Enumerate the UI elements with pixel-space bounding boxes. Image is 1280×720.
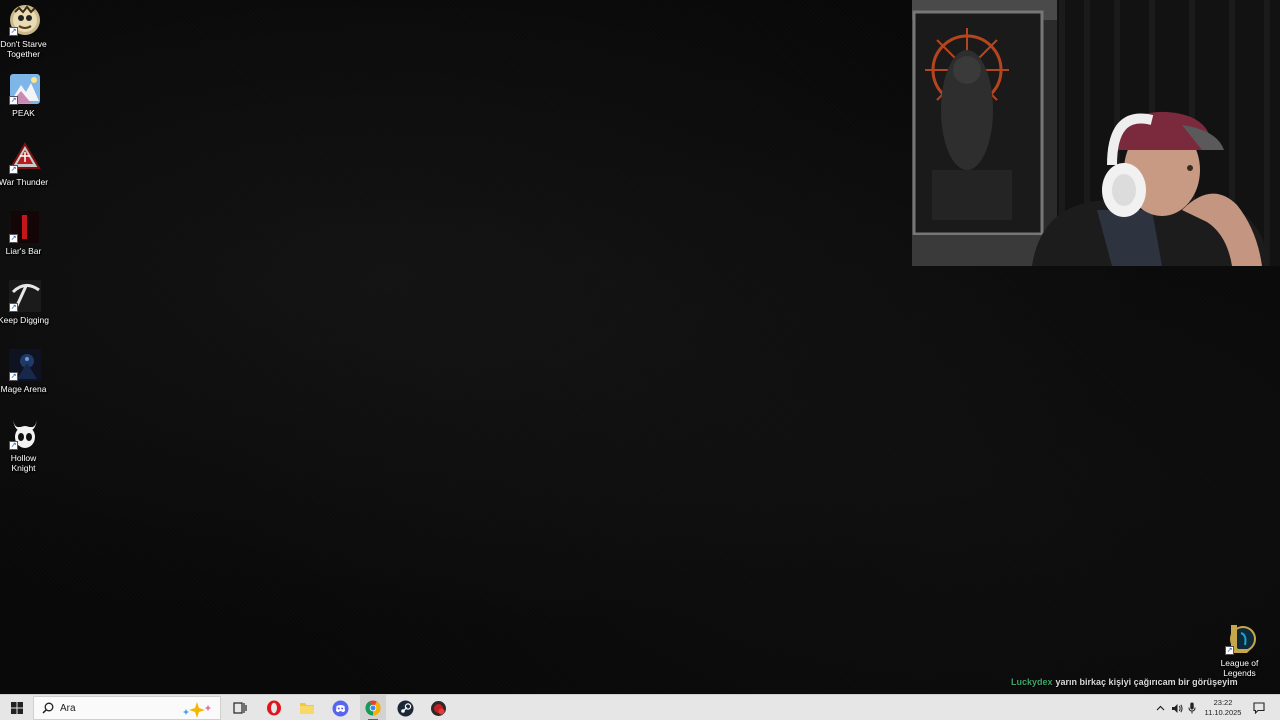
mage-arena-icon: ↗ xyxy=(9,349,41,381)
search-placeholder: Ara xyxy=(60,702,76,714)
desktop-icon-label: Keep Digging xyxy=(0,315,50,325)
search-box[interactable]: Ara xyxy=(33,696,221,720)
war-thunder-icon: ↗ xyxy=(9,142,41,174)
taskbar-app-opera[interactable] xyxy=(262,695,286,720)
desktop-icon-label: Liar's Bar xyxy=(5,246,42,256)
desktop-icon-peak[interactable]: ↗ PEAK xyxy=(0,73,50,118)
task-view-button[interactable] xyxy=(228,695,252,720)
desktop-icon-label: PEAK xyxy=(12,108,35,118)
opera-icon xyxy=(267,700,281,716)
hollow-knight-icon: ↗ xyxy=(9,418,41,450)
desktop-icon-mage-arena[interactable]: ↗ Mage Arena xyxy=(0,349,50,394)
speaker-icon xyxy=(1172,703,1183,713)
dont-starve-icon: ↗ xyxy=(9,4,41,36)
file-explorer-icon xyxy=(300,703,314,714)
desktop-icon-liars-bar[interactable]: ↗ Liar's Bar xyxy=(0,211,50,256)
taskbar-app-other[interactable] xyxy=(426,695,450,720)
chat-message: Luckydex yarın birkaç kişiyi çağırıcam bi… xyxy=(1011,677,1238,687)
taskbar-app-steam[interactable] xyxy=(393,695,417,720)
app-icon xyxy=(430,700,446,716)
clock-date: 11.10.2025 xyxy=(1204,708,1242,717)
volume-button[interactable] xyxy=(1169,695,1185,720)
microphone-button[interactable] xyxy=(1185,695,1199,720)
clock[interactable]: 23:22 11.10.2025 xyxy=(1201,695,1245,720)
task-view-icon xyxy=(233,702,247,714)
search-icon xyxy=(42,702,54,714)
windows-logo-icon xyxy=(10,702,23,714)
notifications-button[interactable] xyxy=(1249,695,1269,720)
show-hidden-icons-button[interactable] xyxy=(1153,695,1167,720)
taskbar-app-chrome[interactable] xyxy=(360,695,386,720)
desktop-icon-label: War Thunder xyxy=(0,177,49,187)
chrome-icon xyxy=(365,700,381,716)
webcam-overlay xyxy=(912,0,1280,266)
desktop-icon-label: League of Legends xyxy=(1220,658,1259,678)
chat-username: Luckydex xyxy=(1011,677,1053,687)
chat-text: yarın birkaç kişiyi çağırıcam bir görüşe… xyxy=(1055,677,1238,687)
taskbar: Ara 23:22 11.10.2025 xyxy=(0,694,1280,720)
desktop-icon-label: Hollow Knight xyxy=(10,453,37,473)
desktop-icon-keep-digging[interactable]: ↗ Keep Digging xyxy=(0,280,50,325)
desktop-icon-hollow-knight[interactable]: ↗ Hollow Knight xyxy=(0,418,50,473)
start-button[interactable] xyxy=(0,695,33,720)
clock-time: 23:22 xyxy=(1213,698,1233,707)
desktop-icon-label: Mage Arena xyxy=(0,384,47,394)
desktop-icon-dont-starve-together[interactable]: ↗ Don't Starve Together xyxy=(0,4,50,59)
copilot-sparkle-icon xyxy=(183,702,211,718)
desktop-icon-war-thunder[interactable]: ↗ War Thunder xyxy=(0,142,50,187)
taskbar-app-discord[interactable] xyxy=(328,695,352,720)
steam-icon xyxy=(397,700,413,716)
desktop-icon-label: Don't Starve Together xyxy=(0,39,47,59)
chevron-up-icon xyxy=(1156,705,1164,711)
microphone-icon xyxy=(1188,702,1196,714)
desktop-icon-league-of-legends[interactable]: ↗ League of Legends xyxy=(1216,623,1266,678)
liars-bar-icon: ↗ xyxy=(9,211,41,243)
taskbar-app-file-explorer[interactable] xyxy=(295,695,319,720)
peak-icon: ↗ xyxy=(9,73,41,105)
league-of-legends-icon: ↗ xyxy=(1225,623,1257,655)
desktop: ↗ Don't Starve Together ↗ PEAK ↗ War Thu… xyxy=(0,0,1280,694)
pickaxe-icon: ↗ xyxy=(9,280,41,312)
discord-icon xyxy=(332,700,348,716)
notification-icon xyxy=(1253,702,1265,714)
